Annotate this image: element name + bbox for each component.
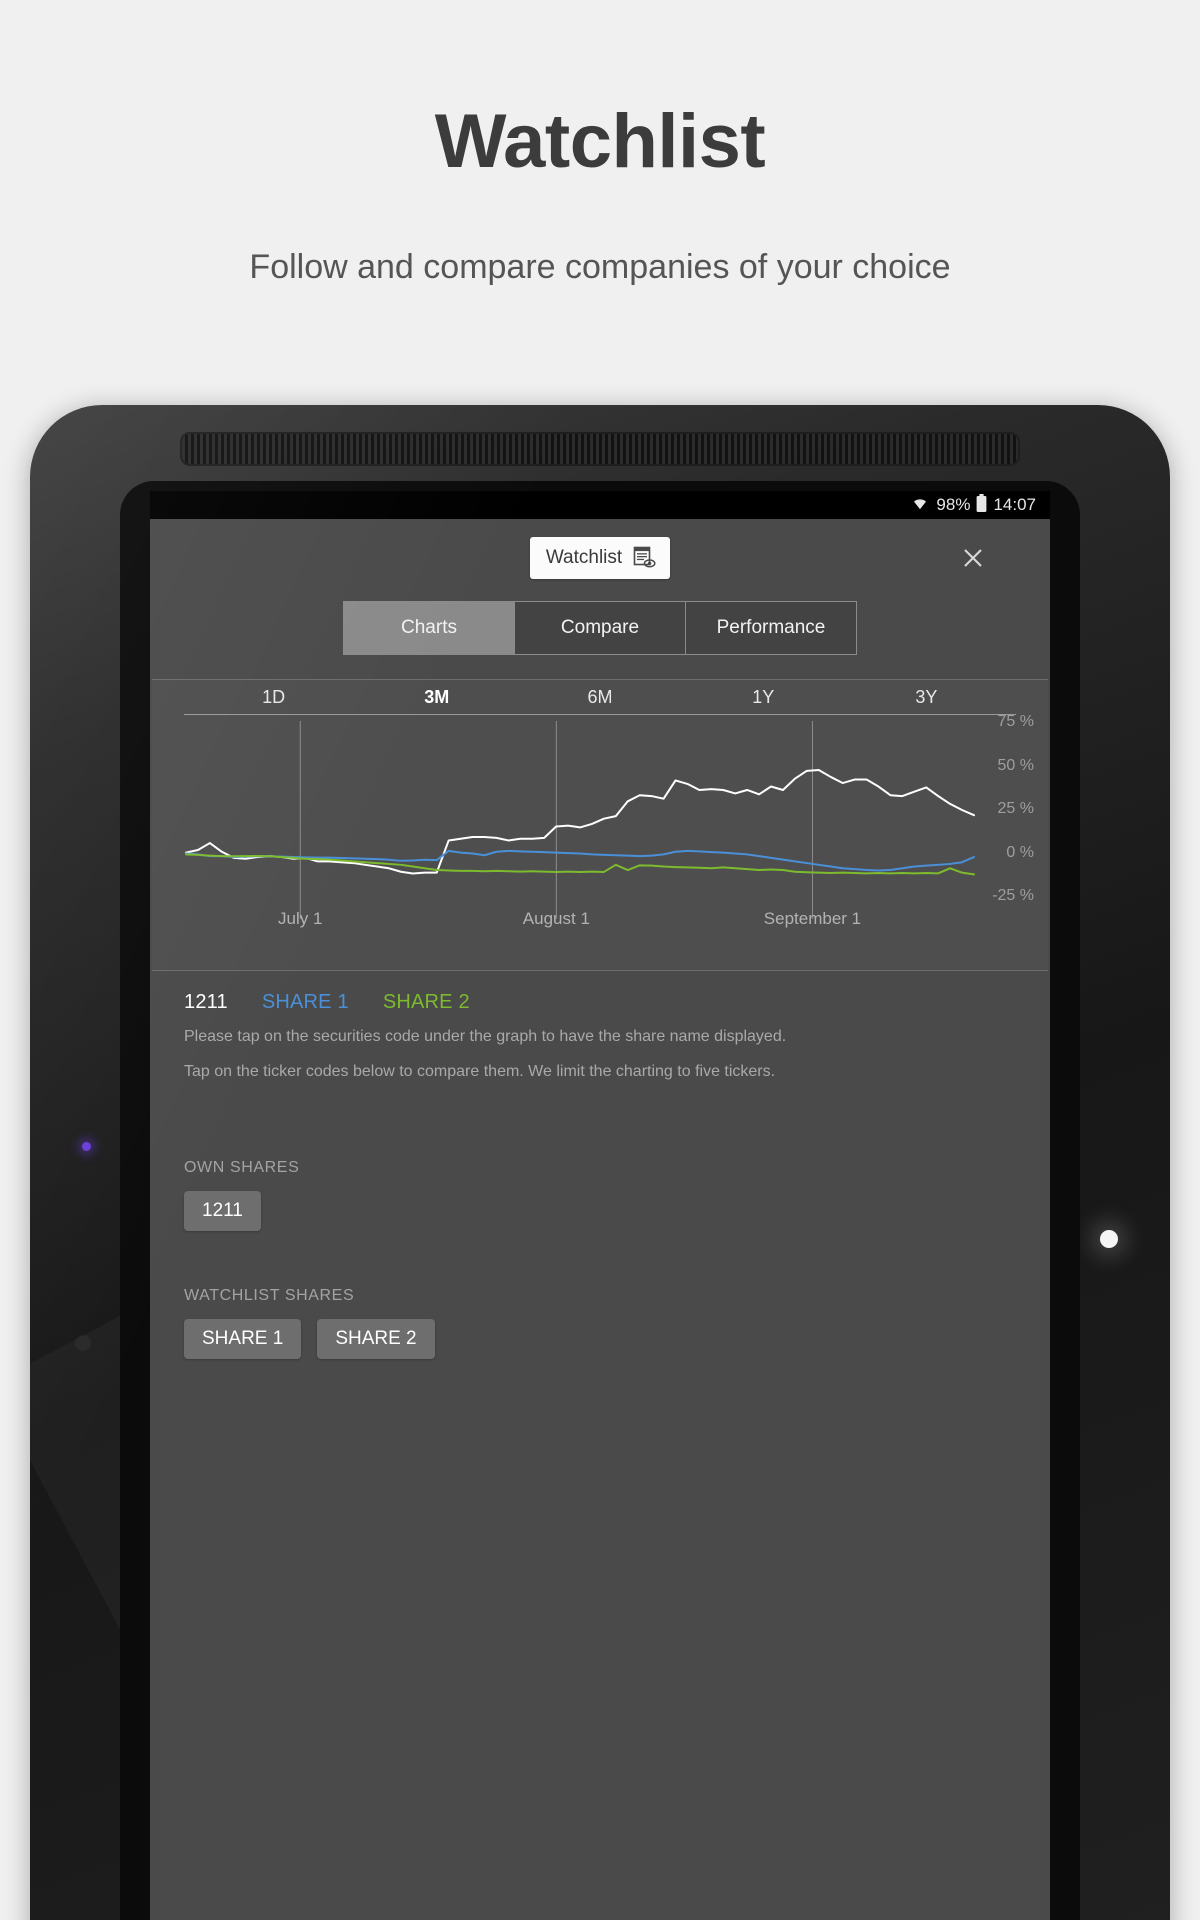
promo-page: Watchlist Follow and compare companies o… <box>0 0 1200 1920</box>
battery-percent-label: 98% <box>936 495 971 514</box>
notification-led <box>82 1142 91 1151</box>
tab-label: Compare <box>560 617 640 638</box>
device-side-led <box>1100 1230 1118 1248</box>
battery-icon <box>976 493 987 517</box>
page-subtitle: Follow and compare companies of your cho… <box>249 248 951 286</box>
x-axis-labels: July 1 August 1 September 1 <box>152 909 1048 935</box>
watchlist-document-eye-icon <box>632 546 656 570</box>
y-tick-label: 0 % <box>1006 843 1034 861</box>
watchlist-share-chip-share-2[interactable]: SHARE 2 <box>317 1319 435 1359</box>
watchlist-shares-chip-list: SHARE 1 SHARE 2 <box>150 1305 1050 1359</box>
app-header: Watchlist <box>150 519 1050 597</box>
range-selector: 1D 3M 6M 1Y 3Y <box>186 680 1014 714</box>
watchlist-title-button[interactable]: Watchlist <box>529 537 671 579</box>
x-tick-label: September 1 <box>763 909 862 928</box>
own-shares-chip-list: 1211 <box>150 1177 1050 1231</box>
wifi-icon <box>910 495 930 516</box>
own-shares-label: OWN SHARES <box>184 1159 300 1176</box>
device-left-button <box>75 1335 91 1351</box>
chart-plot-area: 75 % 50 % 25 % 0 % -25 % July 1 August 1 Septe… <box>152 713 1048 937</box>
chart-card: 1D 3M 6M 1Y 3Y 75 % 50 % 25 % 0 % -25 % July 1 Au… <box>152 679 1048 971</box>
earpiece-speaker-grille <box>180 432 1020 466</box>
hint-line-1: Please tap on the securities code under … <box>184 1028 787 1045</box>
page-title: Watchlist <box>434 99 766 184</box>
clock-label: 14:07 <box>993 495 1036 514</box>
range-3y[interactable]: 3Y <box>845 687 1008 708</box>
hint-line-2: Tap on the ticker codes below to compare… <box>184 1063 776 1080</box>
close-icon[interactable] <box>958 543 988 573</box>
tab-performance[interactable]: Performance <box>685 601 857 655</box>
tab-bar: Charts Compare Performance <box>150 597 1050 679</box>
tab-compare[interactable]: Compare <box>514 601 686 655</box>
legend-item-1211[interactable]: 1211 <box>184 991 228 1014</box>
x-tick-label: July 1 <box>278 909 323 928</box>
own-share-chip-1211[interactable]: 1211 <box>184 1191 261 1231</box>
y-tick-label: 25 % <box>997 800 1034 817</box>
y-tick-label: -25 % <box>992 887 1034 904</box>
range-1d[interactable]: 1D <box>192 687 355 708</box>
range-1y[interactable]: 1Y <box>682 687 845 708</box>
range-3m[interactable]: 3M <box>355 687 518 708</box>
status-bar: 98% 14:07 <box>150 491 1050 519</box>
series-line-share-1 <box>185 849 975 872</box>
legend-item-share-2[interactable]: SHARE 2 <box>383 991 470 1014</box>
price-comparison-line-chart <box>185 721 975 919</box>
app-screen: 98% 14:07 Watchlist Charts Compare Perfo… <box>150 491 1050 1920</box>
watchlist-title-label: Watchlist <box>545 547 623 568</box>
watchlist-share-chip-share-1[interactable]: SHARE 1 <box>184 1319 302 1359</box>
tab-label: Performance <box>716 617 826 638</box>
chart-legend: 1211 SHARE 1 SHARE 2 <box>150 971 1050 1018</box>
legend-item-share-1[interactable]: SHARE 1 <box>262 991 349 1014</box>
x-tick-label: August 1 <box>522 909 590 928</box>
device-screen-bezel: 98% 14:07 Watchlist Charts Compare Perfo… <box>120 481 1080 1920</box>
y-tick-label: 75 % <box>997 713 1034 730</box>
tab-label: Charts <box>401 617 457 638</box>
tab-charts[interactable]: Charts <box>343 601 515 655</box>
range-6m[interactable]: 6M <box>518 687 681 708</box>
y-axis-labels: 75 % 50 % 25 % 0 % -25 % <box>972 713 1042 937</box>
y-tick-label: 50 % <box>997 756 1034 774</box>
watchlist-shares-label: WATCHLIST SHARES <box>184 1287 355 1304</box>
device-mockup: 98% 14:07 Watchlist Charts Compare Perfo… <box>30 405 1170 1920</box>
